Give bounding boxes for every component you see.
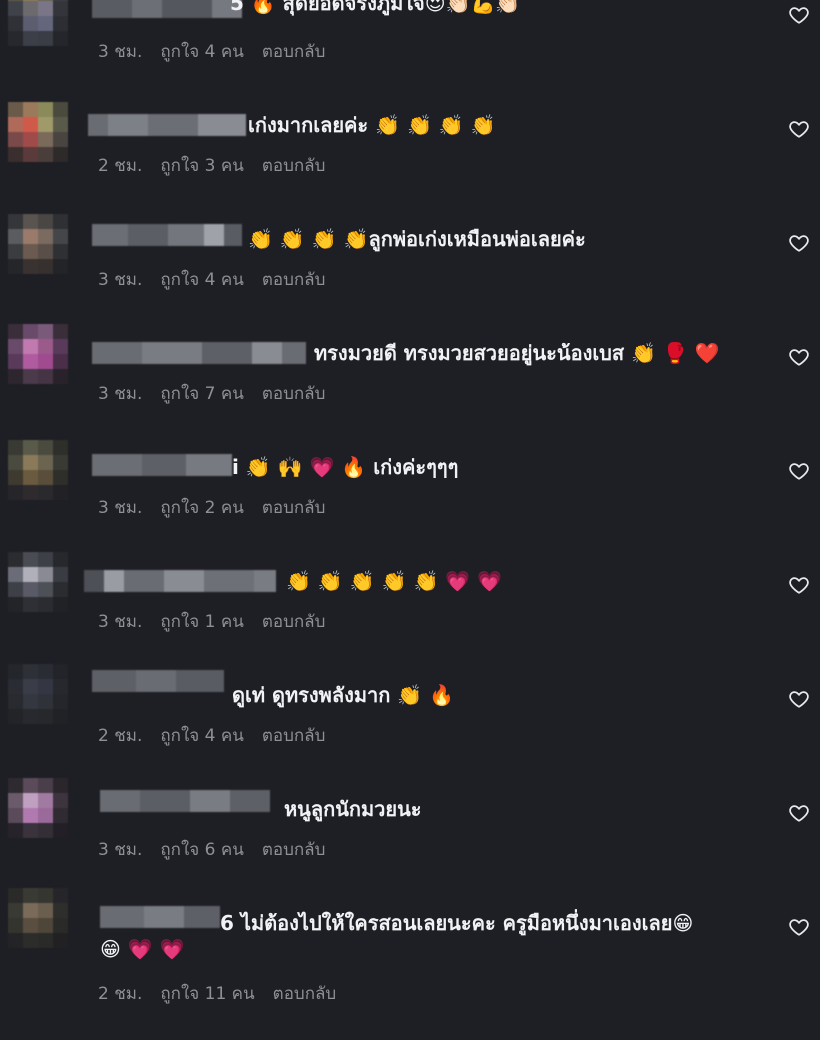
reply-link[interactable]: ตอบกลับ: [262, 380, 326, 407]
reply-link[interactable]: ตอบกลับ: [262, 494, 326, 521]
comment-time: 3 ชม.: [98, 840, 143, 860]
heart-outline-icon: [789, 235, 809, 252]
like-button[interactable]: [788, 916, 812, 940]
username-blurred[interactable]: [92, 670, 224, 692]
comment-text-line2: 😁 💗 💗: [100, 937, 185, 961]
comment-likes[interactable]: ถูกใจ 4 คน: [160, 266, 243, 293]
comment-time: 2 ชม.: [98, 156, 143, 176]
username-blurred[interactable]: [88, 114, 246, 136]
username-blurred[interactable]: [92, 0, 242, 18]
avatar[interactable]: [8, 324, 68, 384]
comment-text: ดูเท่ ดูทรงพลังมาก 👏 🔥: [232, 683, 455, 707]
comment-text: 👏 👏 👏 👏 👏 💗 💗: [286, 569, 503, 593]
heart-outline-icon: [789, 121, 809, 138]
comment-text: 6 ไม่ต้องไปให้ใครสอนเลยนะคะ ครูมือหนึ่งม…: [220, 911, 694, 935]
comment-time: 2 ชม.: [98, 726, 143, 746]
avatar[interactable]: [8, 0, 68, 46]
avatar[interactable]: [8, 778, 68, 838]
heart-outline-icon: [789, 919, 809, 936]
username-blurred[interactable]: [92, 224, 242, 246]
heart-outline-icon: [789, 349, 809, 366]
comment-time: 3 ชม.: [98, 612, 143, 632]
heart-outline-icon: [789, 577, 809, 594]
comment-likes[interactable]: ถูกใจ 4 คน: [160, 722, 243, 749]
username-blurred[interactable]: [92, 342, 306, 364]
comment-meta: 3 ชม. ถูกใจ 2 คน ตอบกลับ: [98, 494, 325, 521]
like-button[interactable]: [788, 802, 812, 826]
comment-text: 👏 👏 👏 👏ลูกพ่อเก่งเหมือนพ่อเลยค่ะ: [248, 227, 586, 251]
comment-meta: 3 ชม. ถูกใจ 7 คน ตอบกลับ: [98, 380, 325, 407]
username-blurred[interactable]: [100, 790, 270, 812]
comment-time: 3 ชม.: [98, 270, 143, 290]
comment-text: เก่งมากเลยค่ะ 👏 👏 👏 👏: [248, 113, 496, 137]
avatar[interactable]: [8, 102, 68, 162]
comment-likes[interactable]: ถูกใจ 4 คน: [160, 38, 243, 65]
username-blurred[interactable]: [100, 906, 220, 928]
avatar[interactable]: [8, 888, 68, 948]
like-button[interactable]: [788, 460, 812, 484]
reply-link[interactable]: ตอบกลับ: [262, 722, 326, 749]
like-button[interactable]: [788, 232, 812, 256]
like-button[interactable]: [788, 574, 812, 598]
reply-link[interactable]: ตอบกลับ: [262, 152, 326, 179]
reply-link[interactable]: ตอบกลับ: [273, 980, 337, 1007]
comment-text: i 👏 🙌 💗 🔥 เก่งค่ะๆๆๆ: [232, 455, 459, 479]
reply-link[interactable]: ตอบกลับ: [262, 836, 326, 863]
comment-time: 2 ชม.: [98, 984, 143, 1004]
comment-likes[interactable]: ถูกใจ 6 คน: [160, 836, 243, 863]
reply-link[interactable]: ตอบกลับ: [262, 38, 326, 65]
comment-meta: 3 ชม. ถูกใจ 6 คน ตอบกลับ: [98, 836, 325, 863]
comment-likes[interactable]: ถูกใจ 1 คน: [160, 608, 243, 635]
comment-meta: 2 ชม. ถูกใจ 3 คน ตอบกลับ: [98, 152, 325, 179]
comment-likes[interactable]: ถูกใจ 11 คน: [160, 980, 254, 1007]
comment-likes[interactable]: ถูกใจ 7 คน: [160, 380, 243, 407]
avatar[interactable]: [8, 440, 68, 500]
reply-link[interactable]: ตอบกลับ: [262, 608, 326, 635]
comment-time: 3 ชม.: [98, 42, 143, 62]
like-button[interactable]: [788, 346, 812, 370]
comment-likes[interactable]: ถูกใจ 3 คน: [160, 152, 243, 179]
comment-meta: 2 ชม. ถูกใจ 11 คน ตอบกลับ: [98, 980, 336, 1007]
comment-text: ทรงมวยดี ทรงมวยสวยอยู่นะน้องเบส 👏 🥊 ❤️: [314, 341, 720, 365]
heart-outline-icon: [789, 691, 809, 708]
comment-likes[interactable]: ถูกใจ 2 คน: [160, 494, 243, 521]
comment-time: 3 ชม.: [98, 498, 143, 518]
heart-outline-icon: [789, 7, 809, 24]
avatar[interactable]: [8, 664, 68, 724]
comment-meta: 3 ชม. ถูกใจ 4 คน ตอบกลับ: [98, 38, 325, 65]
avatar[interactable]: [8, 552, 68, 612]
heart-outline-icon: [789, 463, 809, 480]
comment-meta: 3 ชม. ถูกใจ 1 คน ตอบกลับ: [98, 608, 325, 635]
avatar[interactable]: [8, 214, 68, 274]
like-button[interactable]: [788, 118, 812, 142]
username-blurred[interactable]: [92, 454, 232, 476]
like-button[interactable]: [788, 4, 812, 28]
comment-time: 3 ชม.: [98, 384, 143, 404]
comment-text: 5 🔥 สุดยอดจริงภูมิใจ😍👏🏻💪👏🏻: [230, 0, 521, 15]
comment-meta: 2 ชม. ถูกใจ 4 คน ตอบกลับ: [98, 722, 325, 749]
comment-meta: 3 ชม. ถูกใจ 4 คน ตอบกลับ: [98, 266, 325, 293]
comment-text: หนูลูกนักมวยนะ: [284, 797, 422, 821]
like-button[interactable]: [788, 688, 812, 712]
reply-link[interactable]: ตอบกลับ: [262, 266, 326, 293]
heart-outline-icon: [789, 805, 809, 822]
username-blurred[interactable]: [84, 570, 276, 592]
